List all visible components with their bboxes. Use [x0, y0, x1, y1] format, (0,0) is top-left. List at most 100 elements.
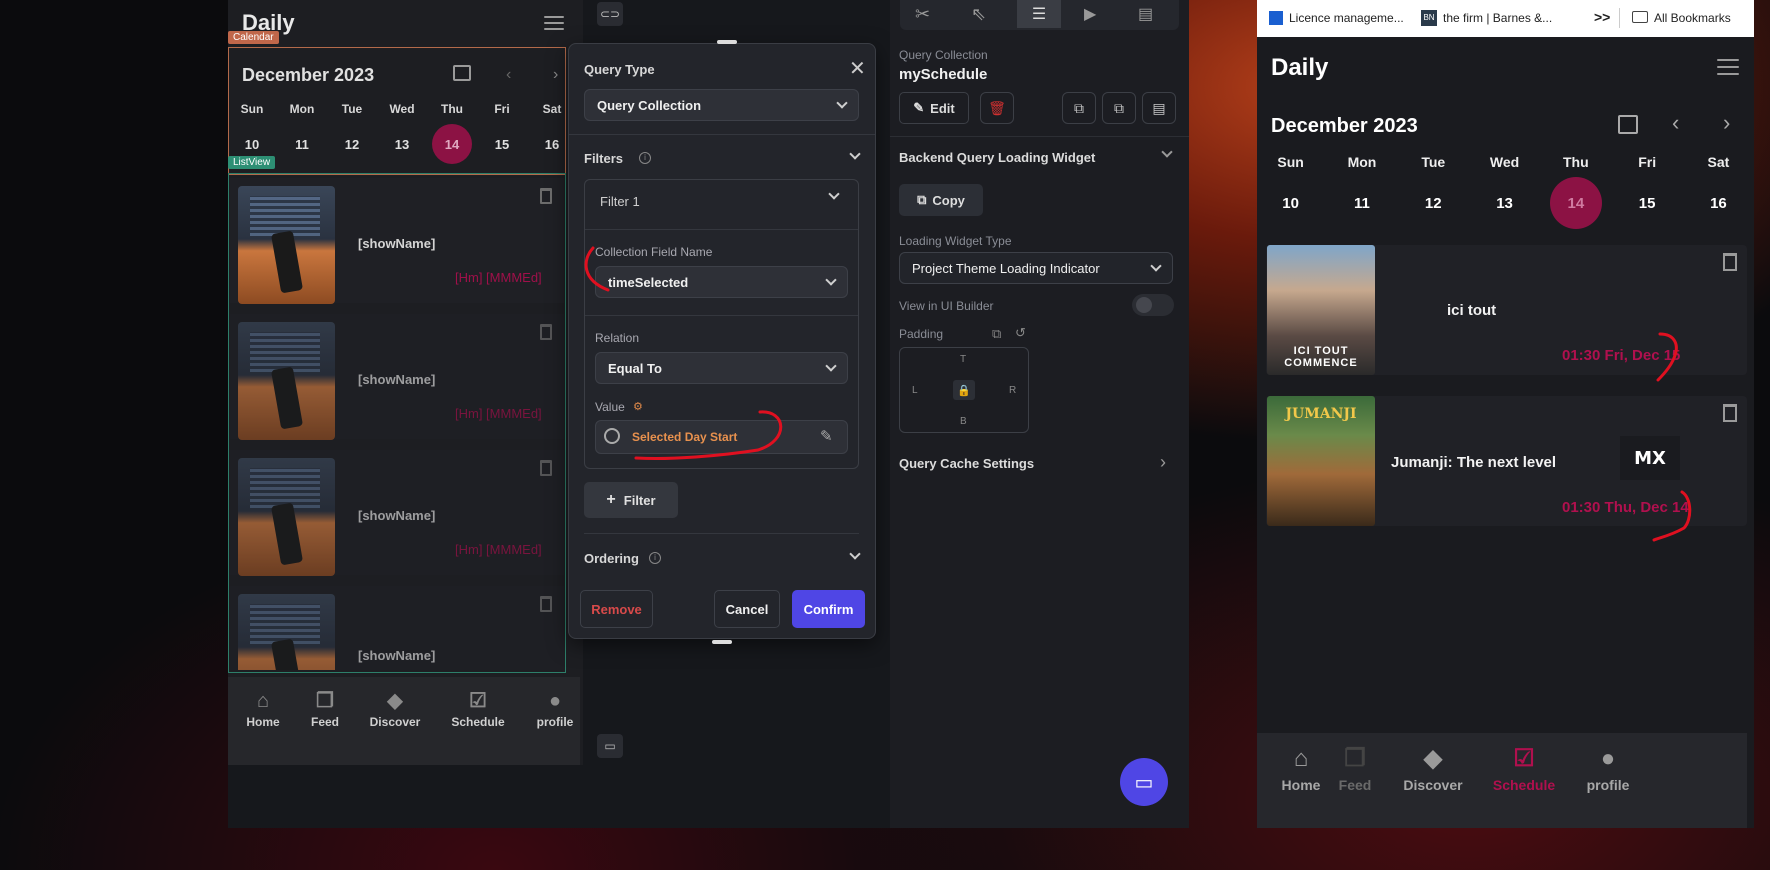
nav-discover[interactable]: ◆ Discover [360, 687, 430, 729]
copy-icon[interactable]: ⧉ [992, 326, 1001, 342]
close-icon[interactable]: ✕ [849, 56, 866, 81]
edit-button[interactable]: ✎ Edit [899, 92, 969, 124]
cursor-icon[interactable]: ⇖ [971, 4, 986, 25]
doc-icon[interactable]: ▤ [1138, 4, 1153, 24]
copy-button[interactable]: ⧉ Copy [899, 184, 983, 216]
day-cell[interactable]: 13 [377, 137, 427, 152]
folder-icon [1632, 11, 1648, 23]
delete-icon[interactable] [1723, 253, 1737, 271]
list-item[interactable]: [showName] [Hm] [MMMEd] [230, 450, 564, 576]
query-cache-label[interactable]: Query Cache Settings [899, 456, 1034, 471]
add-filter-button[interactable]: + Filter [584, 482, 678, 518]
delete-icon[interactable] [540, 324, 552, 340]
calendar-tag: Calendar [228, 31, 279, 44]
nav-schedule[interactable]: ☑ Schedule [1484, 741, 1564, 793]
pencil-icon: ✎ [913, 100, 925, 115]
weekday: Wed [389, 102, 415, 116]
play-icon[interactable]: ▶ [1084, 4, 1096, 24]
day-cell[interactable]: 15 [477, 137, 527, 152]
prev-month-icon[interactable]: ‹ [1672, 110, 1679, 136]
device-icon[interactable]: ▭ [597, 734, 623, 758]
chevron-down-icon[interactable] [849, 548, 861, 560]
day-cell-selected[interactable]: 14 [1540, 177, 1611, 229]
chevron-down-icon[interactable] [849, 148, 861, 160]
list-item[interactable]: [showName] [Hm] [MMMEd] [230, 314, 564, 440]
bookmark-item[interactable]: Licence manageme... [1289, 11, 1404, 25]
day-cell[interactable]: 11 [1326, 195, 1397, 212]
nav-home[interactable]: ⌂ Home [228, 687, 298, 729]
day-cell[interactable]: 12 [1398, 195, 1469, 212]
delete-icon[interactable]: 🗑 [980, 92, 1014, 124]
more-bookmarks-icon[interactable]: >> [1594, 9, 1610, 25]
menu-icon[interactable] [544, 16, 564, 30]
link-icon[interactable]: ⊂⊃ [597, 2, 623, 26]
prev-month-icon[interactable]: ‹ [506, 66, 511, 84]
thumbnail-image [238, 186, 335, 304]
paste-icon[interactable]: ▤ [1142, 92, 1176, 124]
day-cell[interactable]: 10 [1255, 195, 1326, 212]
reset-icon[interactable]: ↺ [1015, 325, 1026, 341]
lock-icon[interactable]: 🔒 [953, 380, 975, 400]
home-icon: ⌂ [256, 690, 270, 712]
list-item[interactable]: [showName] [230, 586, 564, 670]
delete-icon[interactable] [540, 188, 552, 204]
confirm-button[interactable]: Confirm [792, 590, 865, 628]
calendar-icon[interactable] [1618, 115, 1638, 134]
duplicate-icon[interactable]: ⧉ [1102, 92, 1136, 124]
show-name: Jumanji: The next level [1391, 454, 1557, 471]
schedule-icon: ☑ [1513, 745, 1535, 772]
chevron-right-icon[interactable]: › [1160, 452, 1166, 473]
next-month-icon[interactable]: › [553, 66, 558, 84]
weekday: Mon [289, 102, 315, 116]
day-cell-selected[interactable]: 14 [427, 124, 477, 164]
list-item[interactable]: [showName] [Hm] [MMMEd] [230, 178, 564, 304]
nav-feed[interactable]: ❐ Feed [1315, 741, 1395, 793]
loading-type-select[interactable]: Project Theme Loading Indicator [899, 252, 1173, 284]
next-month-icon[interactable]: › [1723, 110, 1730, 136]
show-name: [showName] [358, 508, 436, 523]
resize-handle-top[interactable] [717, 40, 737, 44]
day-cell[interactable]: 15 [1611, 195, 1682, 212]
preview-title: Daily [1271, 54, 1329, 81]
padding-label: Padding [899, 327, 944, 341]
cancel-button[interactable]: Cancel [714, 590, 780, 628]
bottom-nav: ⌂ Home ❐ Feed ◆ Discover ☑ Schedule ● profile [1257, 733, 1747, 828]
nav-feed[interactable]: ❐ Feed [290, 687, 360, 729]
day-cell[interactable]: 16 [1683, 195, 1754, 212]
query-type-select[interactable]: Query Collection [584, 89, 859, 121]
delete-icon[interactable] [540, 596, 552, 612]
filter-title: Filter 1 [600, 194, 640, 209]
info-icon[interactable]: i [639, 152, 651, 164]
calendar-month: December 2023 [1271, 115, 1418, 137]
nav-profile[interactable]: ● profile [520, 687, 590, 729]
nav-schedule[interactable]: ☑ Schedule [443, 687, 513, 729]
tools-icon[interactable]: ✂ [915, 4, 930, 25]
day-cell[interactable]: 12 [327, 137, 377, 152]
info-icon[interactable]: i [649, 552, 661, 564]
menu-icon[interactable] [1717, 59, 1739, 75]
delete-icon[interactable] [540, 460, 552, 476]
day-cell[interactable]: 11 [277, 137, 327, 152]
chevron-down-icon[interactable] [828, 188, 840, 200]
day-cell[interactable]: 13 [1469, 195, 1540, 212]
resize-handle-bottom[interactable] [712, 640, 732, 644]
nav-discover[interactable]: ◆ Discover [1393, 741, 1473, 793]
thumbnail-image [238, 322, 335, 440]
annotation-marks [584, 246, 783, 461]
edit-icon[interactable]: ✎ [820, 427, 833, 445]
remove-button[interactable]: Remove [580, 590, 653, 628]
query-collection-name: mySchedule [899, 66, 988, 83]
padding-box[interactable]: T L R B 🔒 [899, 347, 1029, 433]
feed-icon: ❐ [316, 690, 334, 712]
day-cell[interactable]: 10 [227, 137, 277, 152]
bookmark-item[interactable]: the firm | Barnes &... [1443, 11, 1552, 25]
copy-icon[interactable]: ⧉ [1062, 92, 1096, 124]
chat-icon[interactable]: ▭ [1120, 758, 1168, 806]
calendar-icon[interactable] [453, 65, 471, 81]
copy-icon: ⧉ [917, 192, 927, 207]
show-time: [Hm] [MMMEd] [455, 542, 542, 557]
view-ui-toggle[interactable] [1132, 294, 1174, 316]
backend-query-tab[interactable]: ☰ [1017, 0, 1061, 28]
nav-profile[interactable]: ● profile [1568, 741, 1648, 793]
all-bookmarks[interactable]: All Bookmarks [1654, 11, 1731, 25]
